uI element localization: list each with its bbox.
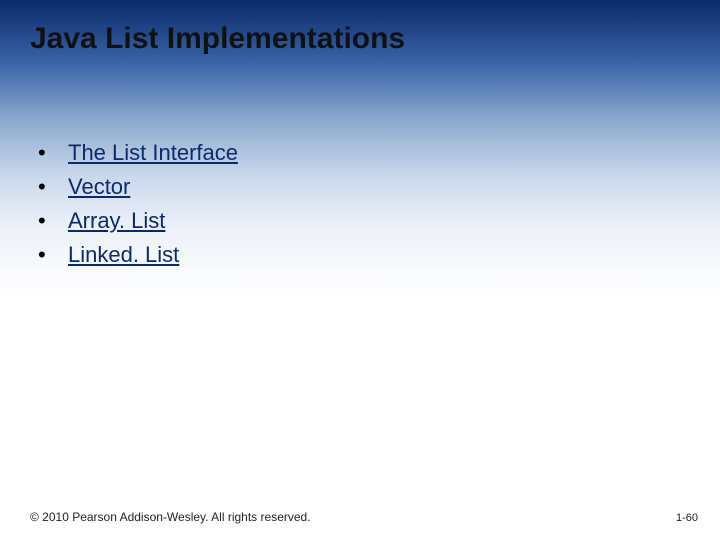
slide-title: Java List Implementations <box>30 22 405 56</box>
list-item: • Array. List <box>38 208 238 234</box>
list-item: • The List Interface <box>38 140 238 166</box>
bullet-icon: • <box>38 208 68 234</box>
bullet-icon: • <box>38 242 68 268</box>
bullet-icon: • <box>38 140 68 166</box>
link-vector[interactable]: Vector <box>68 174 130 200</box>
list-item: • Vector <box>38 174 238 200</box>
list-item: • Linked. List <box>38 242 238 268</box>
footer-page-number: 1-60 <box>676 512 698 524</box>
slide: Java List Implementations • The List Int… <box>0 0 720 540</box>
link-arraylist[interactable]: Array. List <box>68 208 165 234</box>
slide-body: • The List Interface • Vector • Array. L… <box>38 140 238 276</box>
footer-copyright: © 2010 Pearson Addison-Wesley. All right… <box>30 510 311 524</box>
link-linkedlist[interactable]: Linked. List <box>68 242 179 268</box>
bullet-icon: • <box>38 174 68 200</box>
link-list-interface[interactable]: The List Interface <box>68 140 238 166</box>
